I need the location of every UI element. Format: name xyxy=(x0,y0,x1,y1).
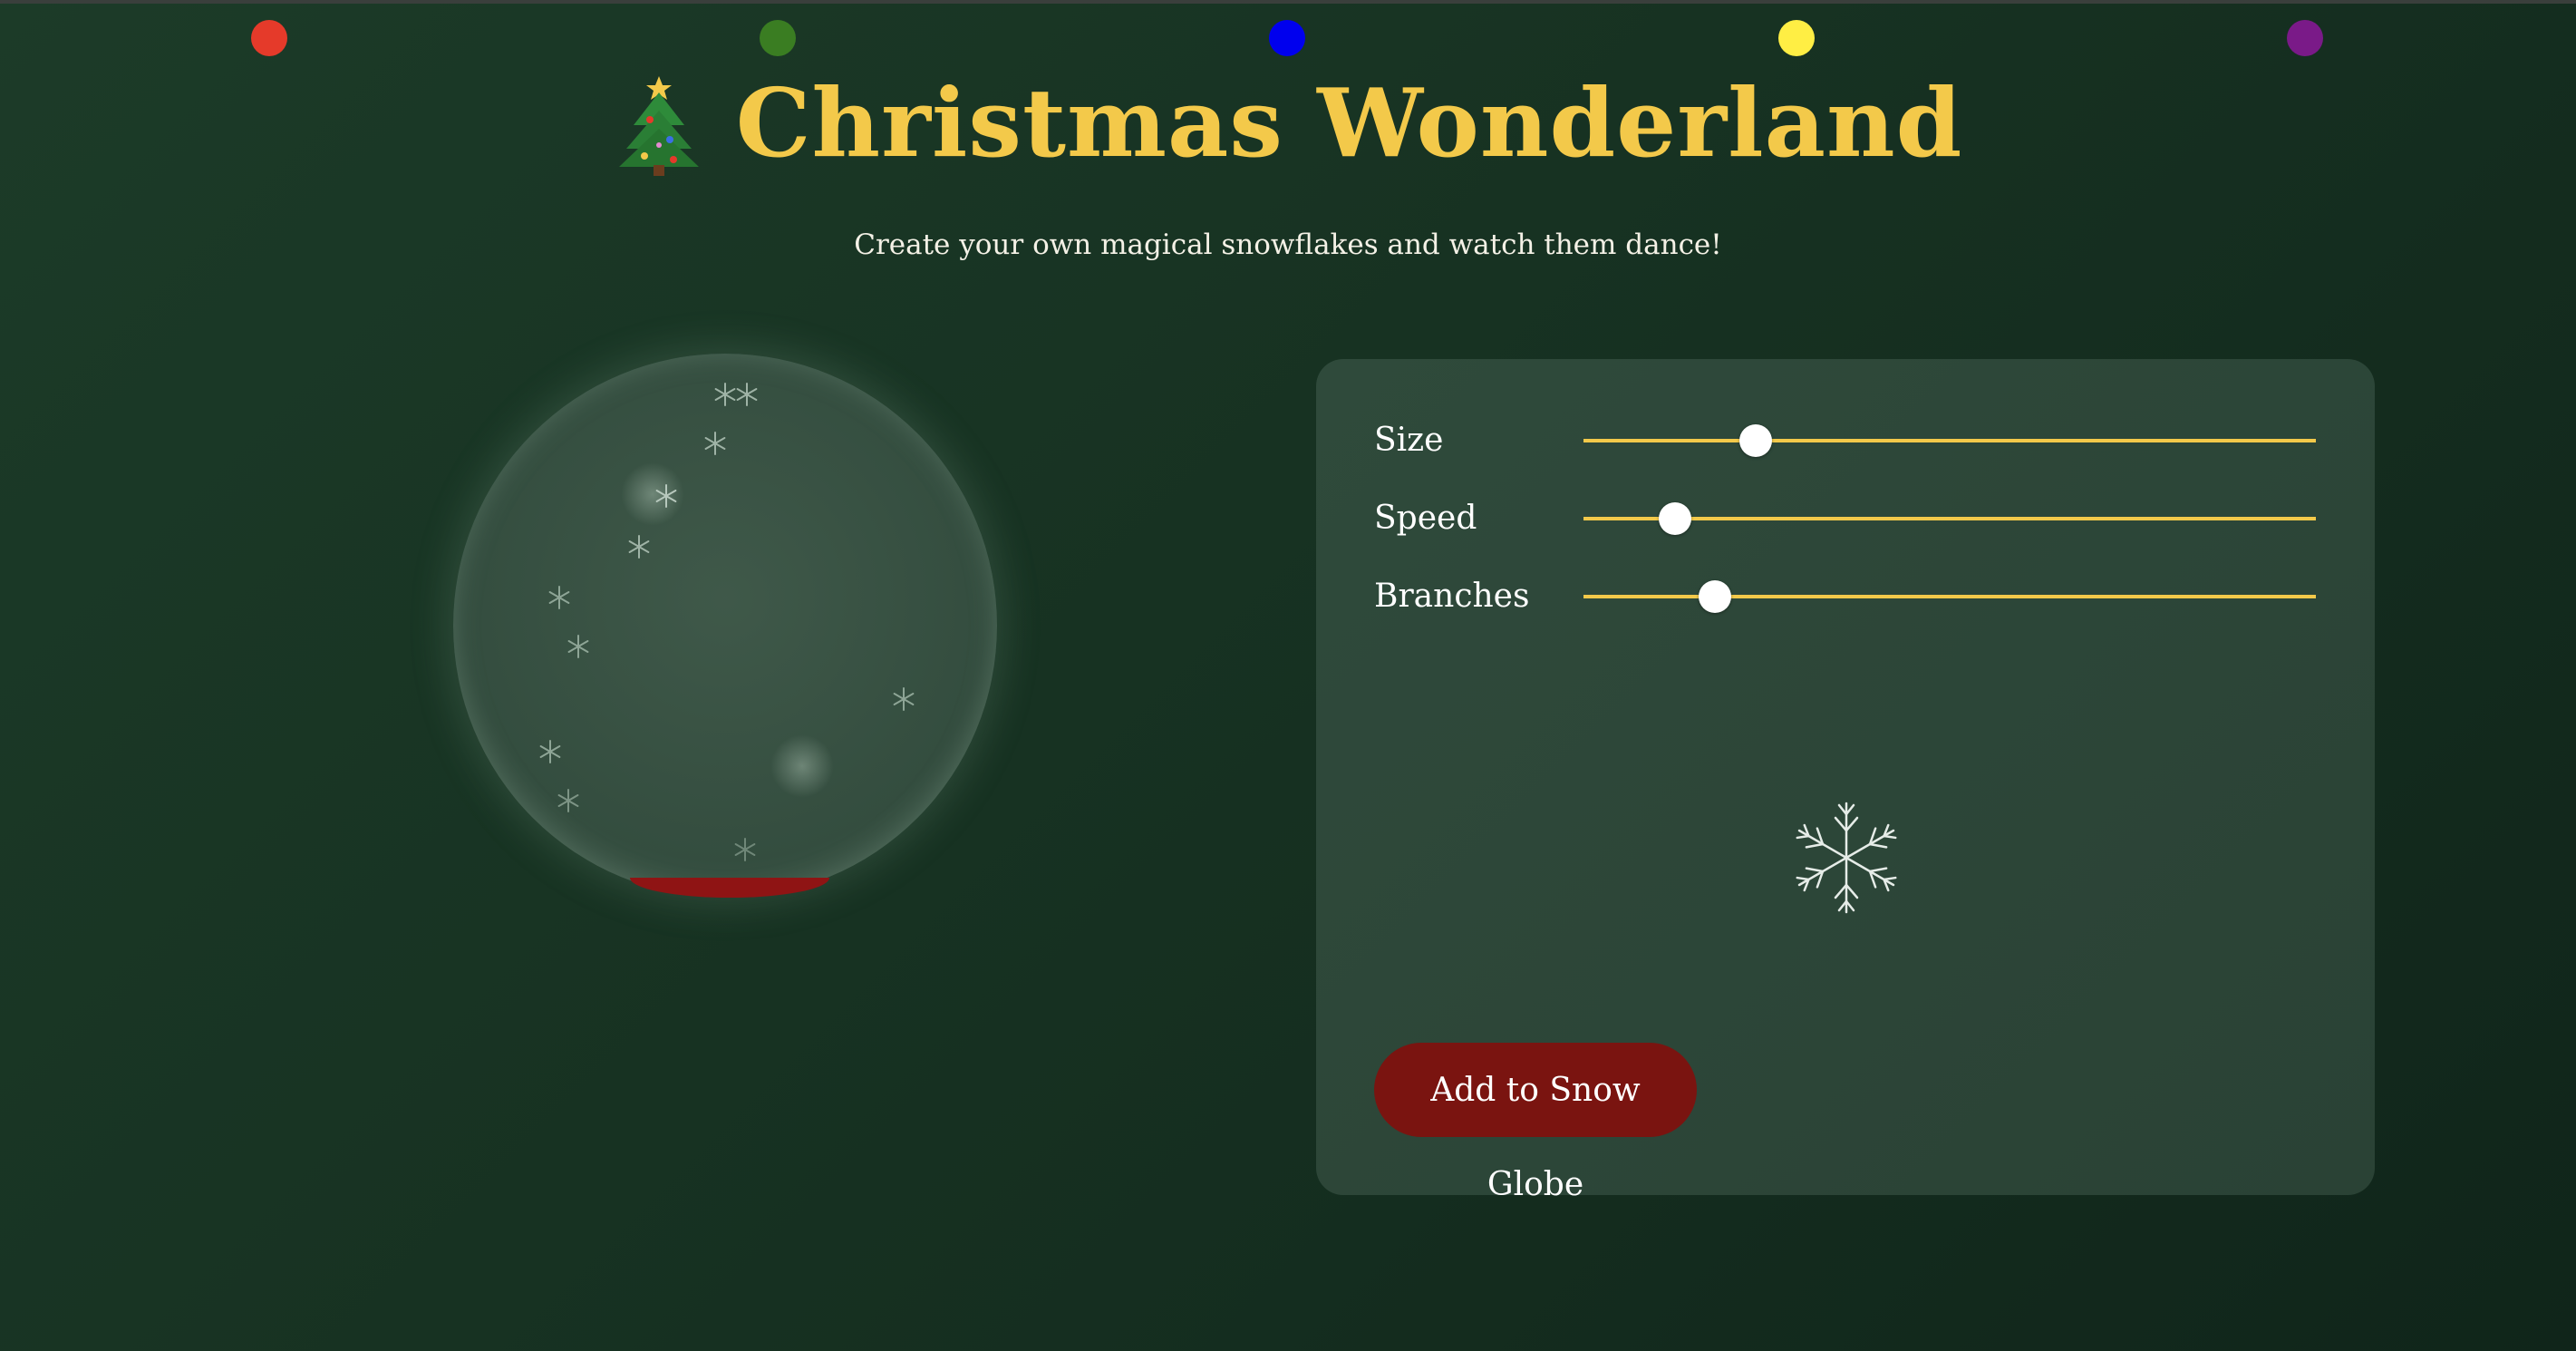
page-header: Christmas Wonderland xyxy=(0,63,2576,181)
light-bulb-red xyxy=(251,20,287,56)
snowflake-icon xyxy=(893,687,915,711)
size-label: Size xyxy=(1374,422,1444,459)
christmas-tree-icon xyxy=(614,69,704,178)
snow-globe[interactable] xyxy=(453,354,1006,907)
snowflake-icon xyxy=(736,383,758,406)
snowflake-icon xyxy=(704,432,726,455)
size-slider[interactable] xyxy=(1583,424,2316,457)
snowflake-icon xyxy=(734,838,756,861)
snowflake-icon xyxy=(539,740,561,763)
light-bulb-purple xyxy=(2287,20,2323,56)
speed-label: Speed xyxy=(1374,500,1477,537)
controls-panel: Size Speed Branches Add to Snow Globe xyxy=(1316,359,2375,1203)
globe-glow xyxy=(770,734,834,798)
page-title: Christmas Wonderland xyxy=(735,66,1963,179)
light-bulb-blue xyxy=(1269,20,1305,56)
page-subtitle: Create your own magical snowflakes and w… xyxy=(854,228,1722,261)
snowflake-preview-icon xyxy=(1796,802,1897,914)
speed-slider-thumb[interactable] xyxy=(1659,502,1691,535)
speed-slider[interactable] xyxy=(1583,502,2316,535)
snowflake-icon xyxy=(567,635,589,658)
branches-label: Branches xyxy=(1374,578,1530,615)
top-border xyxy=(0,0,2576,4)
light-bulb-green xyxy=(760,20,796,56)
snow-globe-glass xyxy=(453,354,997,898)
branches-slider[interactable] xyxy=(1583,580,2316,613)
add-to-snow-globe-button[interactable]: Add to Snow Globe xyxy=(1374,1043,1697,1203)
snowflake-icon xyxy=(557,789,579,812)
snow-globe-base xyxy=(630,878,829,898)
snowflake-icon xyxy=(628,535,650,559)
snowflake-icon xyxy=(655,484,677,508)
branches-slider-thumb[interactable] xyxy=(1699,580,1732,613)
light-bulb-yellow xyxy=(1778,20,1815,56)
size-slider-thumb[interactable] xyxy=(1738,424,1772,457)
snowflake-icon xyxy=(548,586,570,609)
